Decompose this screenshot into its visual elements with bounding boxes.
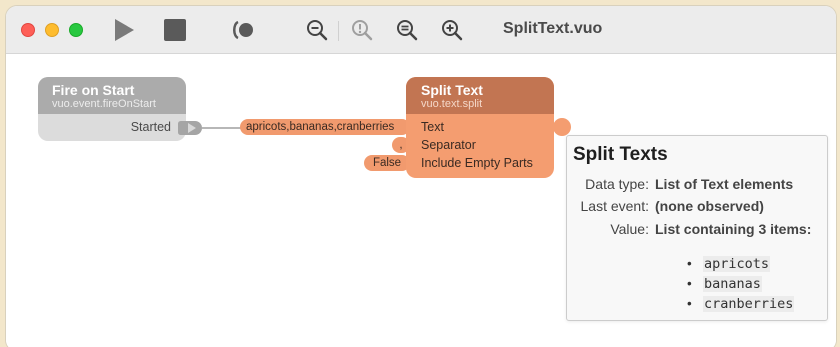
trigger-arrow-icon <box>188 123 196 133</box>
run-button[interactable] <box>111 17 137 43</box>
started-output-port[interactable] <box>178 121 202 135</box>
zoom-to-fit-icon <box>352 20 373 41</box>
include-empty-parts-port[interactable]: Include Empty Parts <box>421 156 533 170</box>
value-list: apricots bananas cranberries <box>687 254 795 314</box>
separator-input-port[interactable]: Separator <box>421 138 476 152</box>
split-texts-output-port[interactable] <box>553 118 571 136</box>
list-item-text: cranberries <box>703 296 795 312</box>
list-item: bananas <box>687 274 794 294</box>
zoom-in-icon <box>442 20 463 41</box>
list-item-text: apricots <box>703 256 771 272</box>
last-event-label: Last event: <box>580 198 650 214</box>
stop-button[interactable] <box>162 17 188 43</box>
node-header: Fire on Start vuo.event.fireOnStart <box>38 77 186 114</box>
zoom-in-button[interactable] <box>439 17 465 43</box>
list-item: cranberries <box>687 294 795 314</box>
connection-cable[interactable] <box>202 127 242 129</box>
node-title: Split Text <box>421 82 483 98</box>
popover-title: Split Texts <box>573 144 668 165</box>
play-icon <box>115 19 134 41</box>
include-empty-parts-value[interactable]: False <box>364 155 410 171</box>
fire-on-start-node[interactable]: Fire on Start vuo.event.fireOnStart Star… <box>38 77 186 141</box>
value-label: Value: <box>610 221 649 237</box>
data-type-value: List of Text elements <box>655 176 794 192</box>
minimize-window-button[interactable] <box>45 23 59 37</box>
node-title: Fire on Start <box>52 82 135 98</box>
step-button[interactable] <box>231 17 257 43</box>
list-item-text: bananas <box>703 276 762 292</box>
started-port-label: Started <box>130 120 171 134</box>
step-icon <box>233 20 253 40</box>
data-type-label: Data type: <box>585 176 649 192</box>
split-text-node[interactable]: Split Text vuo.text.split Text Separator… <box>406 77 554 178</box>
list-item: apricots <box>687 254 794 274</box>
port-popover[interactable]: Split Texts Data type: List of Text elem… <box>566 135 828 321</box>
app-window: SplitText.vuo Fire on Start vuo.event.fi… <box>6 6 836 347</box>
node-class-name: vuo.text.split <box>421 98 483 110</box>
title-bar: SplitText.vuo <box>6 6 836 54</box>
node-class-name: vuo.event.fireOnStart <box>52 98 156 110</box>
actual-size-icon <box>397 20 418 41</box>
window-title: SplitText.vuo <box>503 20 603 37</box>
zoom-out-button[interactable] <box>304 17 330 43</box>
zoom-window-button[interactable] <box>69 23 83 37</box>
stop-icon <box>164 19 186 41</box>
node-header: Split Text vuo.text.split <box>406 77 554 114</box>
last-event-value: (none observed) <box>655 198 764 214</box>
toolbar-separator <box>338 21 339 41</box>
actual-size-button[interactable] <box>394 17 420 43</box>
zoom-out-icon <box>307 20 328 41</box>
value-value: List containing 3 items: <box>655 221 812 237</box>
close-window-button[interactable] <box>21 23 35 37</box>
text-input-value[interactable]: apricots,bananas,cranberries <box>240 119 410 135</box>
text-input-port[interactable]: Text <box>421 120 444 134</box>
composition-canvas[interactable]: Fire on Start vuo.event.fireOnStart Star… <box>6 55 836 347</box>
zoom-to-fit-button[interactable] <box>349 17 375 43</box>
